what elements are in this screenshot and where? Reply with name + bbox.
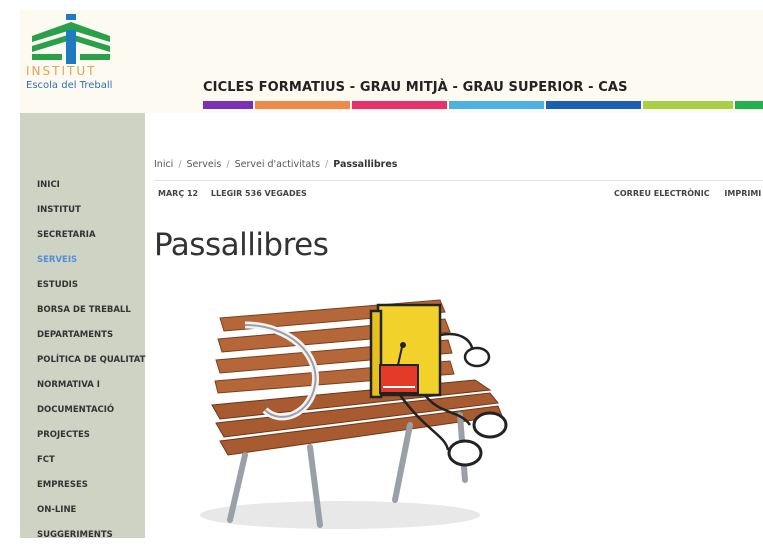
breadcrumb-current: Passallibres <box>333 159 398 170</box>
color-bar-segment <box>352 101 447 109</box>
sidebar-nav: INICI INSTITUT SECRETARIA SERVEIS ESTUDIS BOR… <box>37 173 145 548</box>
sidebar-item-borsa-de-treball[interactable]: BORSA DE TREBALL <box>37 298 145 323</box>
print-link[interactable]: IMPRIMI <box>724 189 761 198</box>
sidebar-item-departaments[interactable]: DEPARTAMENTS <box>37 323 145 348</box>
sidebar-item-estudis[interactable]: ESTUDIS <box>37 273 145 298</box>
logo-text-school: Escola del Treball <box>26 80 113 91</box>
breadcrumb-link[interactable]: Serveis <box>187 159 222 170</box>
breadcrumb-link[interactable]: Inici <box>154 159 173 170</box>
header-title[interactable]: CICLES FORMATIUS - GRAU MITJÀ - GRAU SUP… <box>203 80 628 95</box>
sidebar-item-fct[interactable]: FCT <box>37 448 145 473</box>
sidebar-item-suggeriments[interactable]: SUGGERIMENTS <box>37 523 145 548</box>
divider <box>154 180 763 181</box>
color-bar-segment <box>643 101 733 109</box>
sidebar-item-empreses[interactable]: EMPRESES <box>37 473 145 498</box>
sidebar-item-documentaci[interactable]: DOCUMENTACIÓ <box>37 398 145 423</box>
article-actions: CORREU ELECTRÒNIC IMPRIMI <box>614 189 763 198</box>
article-date: MARÇ 12 <box>158 189 199 198</box>
color-bar-segment <box>546 101 641 109</box>
sidebar-item-pol-tica-de-qualitat[interactable]: POLÍTICA DE QUALITAT <box>37 348 145 373</box>
sidebar-item-institut[interactable]: INSTITUT <box>37 198 145 223</box>
breadcrumb: Inici / Serveis / Servei d'activitats / Passal… <box>154 159 397 170</box>
bench-with-book-illustration <box>200 299 508 529</box>
color-bar-segment <box>449 101 544 109</box>
sidebar-item-normativa-i[interactable]: NORMATIVA I <box>37 373 145 398</box>
sidebar-item-inici[interactable]: INICI <box>37 173 145 198</box>
page-title: Passallibres <box>154 227 329 263</box>
header-bar <box>20 10 763 113</box>
logo-text-institut: INSTITUT <box>26 64 97 78</box>
color-bar-segment <box>255 101 350 109</box>
article-read-count: LLEGIR 536 VEGADES <box>210 189 307 198</box>
sidebar-item-projectes[interactable]: PROJECTES <box>37 423 145 448</box>
article-meta: MARÇ 12 LLEGIR 536 VEGADES <box>158 189 317 198</box>
sidebar-item-on-line[interactable]: ON-LINE <box>37 498 145 523</box>
header-color-bar <box>203 101 763 109</box>
sidebar-item-serveis[interactable]: SERVEIS <box>37 248 145 273</box>
breadcrumb-separator: / <box>226 159 230 170</box>
breadcrumb-separator: / <box>325 159 329 170</box>
email-link[interactable]: CORREU ELECTRÒNIC <box>614 189 710 198</box>
color-bar-segment <box>735 101 763 109</box>
breadcrumb-separator: / <box>178 159 182 170</box>
sidebar-item-secretaria[interactable]: SECRETARIA <box>37 223 145 248</box>
color-bar-segment <box>203 101 253 109</box>
logo-building-icon <box>32 14 110 64</box>
breadcrumb-link[interactable]: Servei d'activitats <box>235 159 320 170</box>
